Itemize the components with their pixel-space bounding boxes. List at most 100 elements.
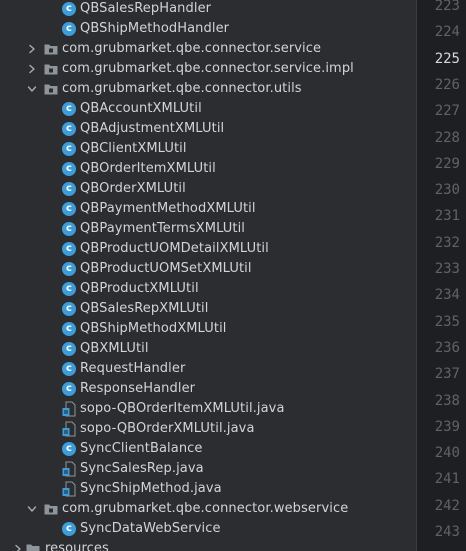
tree-item-label: QBProductUOMSetXMLUtil	[80, 261, 252, 276]
tree-item-label: com.grubmarket.qbe.connector.webservice	[62, 501, 349, 516]
tree-node-package[interactable]: com.grubmarket.qbe.connector.service	[0, 39, 416, 59]
tree-item-class[interactable]: c QBPaymentTermsXMLUtil	[0, 219, 416, 239]
tree-node-package[interactable]: com.grubmarket.qbe.connector.service.imp…	[0, 59, 416, 79]
tree-item-class[interactable]: c QBOrderXMLUtil	[0, 179, 416, 199]
class-c-icon: c	[62, 22, 76, 36]
class-c-icon: c	[62, 162, 76, 176]
chevron-right-icon[interactable]	[26, 43, 38, 55]
tree-node-package[interactable]: com.grubmarket.qbe.connector.webservice	[0, 499, 416, 519]
tree-item-label: ResponseHandler	[80, 381, 196, 396]
line-number: 241	[434, 471, 460, 488]
tree-item-label: QBShipMethodHandler	[80, 21, 230, 36]
tree-item-label: QBPaymentTermsXMLUtil	[80, 221, 245, 236]
tree-node-folder[interactable]: resources	[0, 539, 416, 551]
tree-item-label: QBProductXMLUtil	[80, 281, 199, 296]
tree-item-label: SyncSalesRep.java	[80, 461, 204, 476]
package-folder-icon	[44, 83, 58, 95]
chevron-down-icon[interactable]	[26, 83, 38, 95]
class-c-icon: c	[62, 322, 76, 336]
line-number: 226	[434, 76, 460, 93]
class-c-icon: c	[62, 242, 76, 256]
tree-item-label: com.grubmarket.qbe.connector.utils	[62, 81, 302, 96]
java-file-icon	[62, 481, 76, 497]
chevron-right-icon[interactable]	[12, 543, 24, 551]
chevron-right-icon[interactable]	[26, 63, 38, 75]
tree-item-java-file[interactable]: sopo-QBOrderXMLUtil.java	[0, 419, 416, 439]
class-c-icon: c	[62, 202, 76, 216]
class-c-icon: c	[62, 342, 76, 356]
package-folder-icon	[44, 43, 58, 55]
tree-item-label: resources	[45, 541, 109, 551]
tree-item-class[interactable]: c QBShipMethodHandler	[0, 19, 416, 39]
tree-item-label: sopo-QBOrderXMLUtil.java	[80, 421, 255, 436]
tree-item-class[interactable]: c QBPaymentMethodXMLUtil	[0, 199, 416, 219]
tree-item-label: QBPaymentMethodXMLUtil	[80, 201, 256, 216]
tree-item-class[interactable]: c QBProductUOMSetXMLUtil	[0, 259, 416, 279]
tree-item-label: SyncDataWebService	[80, 521, 221, 536]
line-number: 223	[434, 0, 460, 14]
tree-item-label: QBOrderXMLUtil	[80, 181, 186, 196]
tree-item-class[interactable]: c RequestHandler	[0, 359, 416, 379]
tree-item-class[interactable]: c QBAccountXMLUtil	[0, 99, 416, 119]
java-file-icon	[62, 461, 76, 477]
tree-item-java-file[interactable]: SyncSalesRep.java	[0, 459, 416, 479]
class-c-icon: c	[62, 282, 76, 296]
line-number: 235	[434, 313, 460, 330]
tree-item-label: RequestHandler	[80, 361, 186, 376]
tree-item-label: sopo-QBOrderItemXMLUtil.java	[80, 401, 285, 416]
class-c-icon: c	[62, 102, 76, 116]
tree-item-label: QBShipMethodXMLUtil	[80, 321, 227, 336]
project-tree[interactable]: c QBSalesRepHandler c QBShipMethodHandler co…	[0, 0, 416, 551]
line-number: 237	[434, 366, 460, 383]
line-number: 240	[434, 445, 460, 462]
line-number: 224	[434, 24, 460, 41]
class-c-icon: c	[62, 362, 76, 376]
line-number: 243	[434, 524, 460, 540]
tree-item-class[interactable]: c QBSalesRepHandler	[0, 0, 416, 19]
line-number: 225	[434, 50, 460, 67]
tree-item-class[interactable]: c QBClientXMLUtil	[0, 139, 416, 159]
line-number: 236	[434, 339, 460, 356]
line-number: 238	[434, 392, 460, 409]
tree-item-label: QBAccountXMLUtil	[80, 101, 202, 116]
tree-item-class[interactable]: c ResponseHandler	[0, 379, 416, 399]
tree-item-class[interactable]: c SyncDataWebService	[0, 519, 416, 539]
line-number: 232	[434, 234, 460, 251]
tree-item-label: com.grubmarket.qbe.connector.service.imp…	[62, 61, 354, 76]
class-c-icon: c	[62, 522, 76, 536]
package-folder-icon	[44, 63, 58, 75]
class-c-icon: c	[62, 302, 76, 316]
line-number: 230	[434, 182, 460, 199]
line-number: 227	[434, 103, 460, 120]
tree-item-class[interactable]: c QBSalesRepXMLUtil	[0, 299, 416, 319]
line-number: 242	[434, 497, 460, 514]
chevron-down-icon[interactable]	[26, 503, 38, 515]
class-c-icon: c	[62, 182, 76, 196]
tree-item-label: QBClientXMLUtil	[80, 141, 187, 156]
class-c-icon: c	[62, 442, 76, 456]
tree-item-label: SyncShipMethod.java	[80, 481, 222, 496]
class-c-icon: c	[62, 262, 76, 276]
tree-item-java-file[interactable]: sopo-QBOrderItemXMLUtil.java	[0, 399, 416, 419]
tree-item-label: QBOrderItemXMLUtil	[80, 161, 216, 176]
java-file-icon	[62, 401, 76, 417]
tree-item-class[interactable]: c QBShipMethodXMLUtil	[0, 319, 416, 339]
class-c-icon: c	[62, 142, 76, 156]
tree-item-label: com.grubmarket.qbe.connector.service	[62, 41, 322, 56]
tree-item-class[interactable]: c QBAdjustmentXMLUtil	[0, 119, 416, 139]
tree-item-label: SyncClientBalance	[80, 441, 203, 456]
tree-item-class[interactable]: c QBProductXMLUtil	[0, 279, 416, 299]
folder-icon	[26, 543, 40, 551]
tree-item-class[interactable]: c QBOrderItemXMLUtil	[0, 159, 416, 179]
tree-item-label: QBAdjustmentXMLUtil	[80, 121, 225, 136]
line-number: 229	[434, 155, 460, 172]
tree-item-label: QBProductUOMDetailXMLUtil	[80, 241, 269, 256]
tree-item-label: QBSalesRepHandler	[80, 1, 212, 16]
tree-item-class[interactable]: c SyncClientBalance	[0, 439, 416, 459]
tree-item-class[interactable]: c QBProductUOMDetailXMLUtil	[0, 239, 416, 259]
tree-item-class[interactable]: c QBXMLUtil	[0, 339, 416, 359]
class-c-icon: c	[62, 382, 76, 396]
package-folder-icon	[44, 503, 58, 515]
tree-node-package[interactable]: com.grubmarket.qbe.connector.utils	[0, 79, 416, 99]
tree-item-java-file[interactable]: SyncShipMethod.java	[0, 479, 416, 499]
